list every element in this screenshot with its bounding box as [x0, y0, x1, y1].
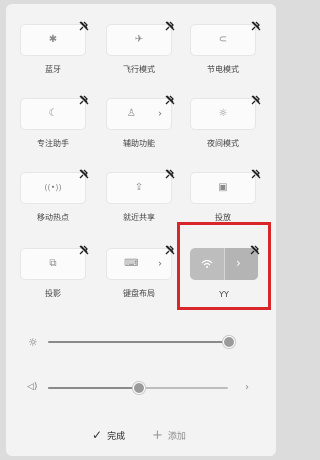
airplane-mode-label: 飞行模式: [123, 65, 155, 74]
mobile-hotspot-label: 移动热点: [37, 213, 69, 222]
unpin-icon[interactable]: [164, 168, 176, 180]
hotspot-icon: ((•)): [44, 183, 62, 192]
brightness-icon: ☼: [28, 336, 38, 349]
unpin-icon[interactable]: [164, 94, 176, 106]
keyboard-layout-tile[interactable]: ⌨ ›: [106, 248, 172, 280]
unpin-icon[interactable]: [250, 168, 262, 180]
cast-icon: ▣: [218, 182, 228, 193]
project-tile[interactable]: ⧉: [20, 248, 86, 280]
add-button[interactable]: + 添加: [152, 428, 186, 443]
battery-saver-label: 节电模式: [207, 65, 239, 74]
nearby-sharing-label: 就近共享: [123, 213, 155, 222]
check-icon: ✓: [92, 428, 103, 442]
unpin-icon[interactable]: [164, 244, 176, 256]
share-icon: ⇪: [134, 182, 144, 193]
night-light-label: 夜间模式: [207, 139, 239, 148]
keyboard-layout-label: 键盘布局: [123, 289, 155, 298]
brightness-slider-knob[interactable]: [223, 336, 235, 348]
battery-saver-tile[interactable]: ⊂: [190, 24, 256, 56]
bluetooth-icon: ✱: [48, 34, 58, 45]
volume-slider-knob[interactable]: [133, 382, 145, 394]
speaker-icon: ◁): [27, 382, 38, 392]
unpin-icon[interactable]: [78, 94, 90, 106]
focus-assist-tile[interactable]: ☾: [20, 98, 86, 130]
highlight-box: [177, 222, 271, 310]
brightness-slider-track[interactable]: [48, 341, 228, 343]
airplane-mode-tile[interactable]: ✈: [106, 24, 172, 56]
done-button[interactable]: ✓ 完成: [92, 428, 125, 442]
audio-output-chevron-icon[interactable]: ›: [245, 382, 249, 393]
done-label: 完成: [107, 432, 126, 442]
mobile-hotspot-tile[interactable]: ((•)): [20, 172, 86, 204]
brightness-icon: ☼: [218, 108, 228, 119]
project-label: 投影: [45, 289, 61, 298]
plus-icon: +: [152, 428, 163, 443]
volume-slider-fill: [48, 387, 138, 389]
accessibility-label: 辅助功能: [123, 139, 155, 148]
night-light-tile[interactable]: ☼: [190, 98, 256, 130]
add-label: 添加: [167, 432, 186, 442]
footer-bar: ✓ 完成 + 添加: [6, 416, 276, 456]
chevron-right-icon[interactable]: ›: [158, 109, 162, 120]
accessibility-tile[interactable]: ♙ ›: [106, 98, 172, 130]
focus-assist-label: 专注助手: [37, 139, 69, 148]
project-icon: ⧉: [49, 258, 57, 269]
unpin-icon[interactable]: [250, 20, 262, 32]
unpin-icon[interactable]: [78, 20, 90, 32]
cast-tile[interactable]: ▣: [190, 172, 256, 204]
accessibility-icon: ♙: [126, 108, 136, 119]
airplane-icon: ✈: [134, 34, 144, 45]
chevron-right-icon[interactable]: ›: [158, 259, 162, 270]
bluetooth-tile[interactable]: ✱: [20, 24, 86, 56]
moon-icon: ☾: [48, 108, 58, 119]
unpin-icon[interactable]: [78, 244, 90, 256]
unpin-icon[interactable]: [250, 94, 262, 106]
unpin-icon[interactable]: [164, 20, 176, 32]
keyboard-icon: ⌨: [124, 258, 139, 269]
battery-saver-icon: ⊂: [218, 34, 228, 45]
unpin-icon[interactable]: [78, 168, 90, 180]
bluetooth-label: 蓝牙: [45, 65, 61, 74]
nearby-sharing-tile[interactable]: ⇪: [106, 172, 172, 204]
